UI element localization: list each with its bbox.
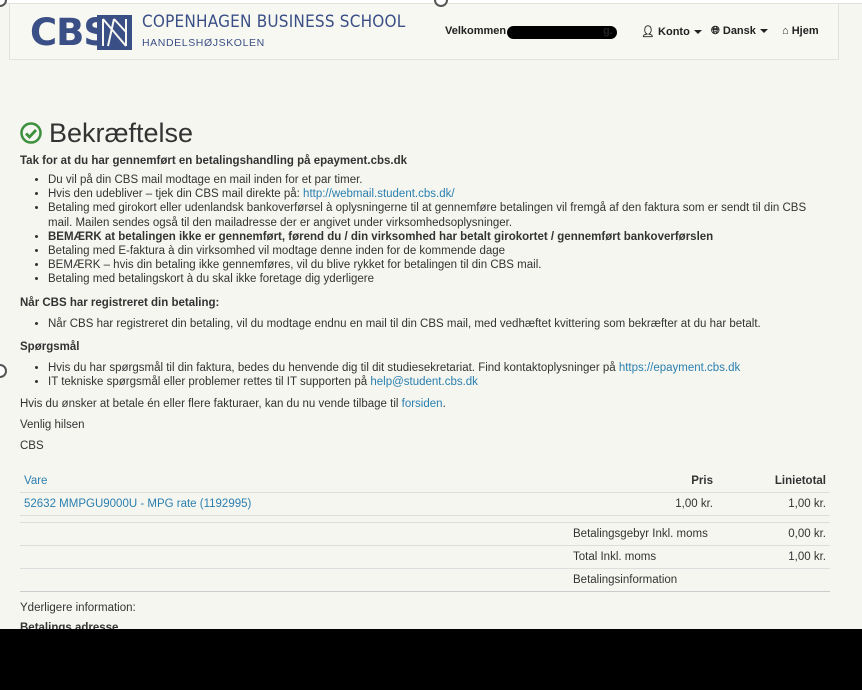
list-item: Betaling med E-faktura à din virksomhed … [48,244,830,258]
school-name: COPENHAGEN BUSINESS SCHOOL [142,12,406,32]
registered-list: Når CBS har registreret din betaling, vi… [20,317,830,331]
language-menu[interactable]: 🌐︎ Dansk [711,25,768,38]
resize-handle-top-left[interactable] [0,0,7,7]
total-label-cell [20,545,569,570]
item-link[interactable]: 52632 MMPGU9000U - MPG rate (1192995) [24,498,251,510]
fee-label-cell [20,522,569,547]
frontpage-link[interactable]: forsiden [402,398,443,410]
payinfo-label: Betalingsinformation [569,568,717,593]
navbar: CBS COPENHAGEN BUSINESS SCHOOL HANDELSHØ… [9,3,839,60]
item-name[interactable]: 52632 MMPGU9000U - MPG rate (1192995) [20,492,569,517]
welcome-suffix: g. [603,25,613,37]
section-heading-questions: Spørgsmål [20,340,80,353]
caret-down-icon [693,30,702,35]
language-label: Dansk [722,25,756,37]
lead-text: Tak for at du har gennemført en betaling… [20,155,408,167]
list-item: Hvis den udebliver – tjek din CBS mail d… [48,187,830,201]
cbs-logo-icon[interactable] [97,15,132,50]
main-content: Bekræftelse Tak for at du har gennemført… [20,118,830,634]
fee-value: 0,00 kr. [717,522,830,547]
questions-list: Hvis du har spørgsmål til din faktura, b… [20,361,830,389]
list-item: Betaling med girokort eller udenlandsk b… [48,201,830,229]
list-item: BEMÆRK – hvis din betaling ikke gennemfø… [48,258,830,272]
item-total: 1,00 kr. [717,492,830,517]
closing-text: Venlig hilsen [20,419,85,432]
welcome-prefix: Velkommen [445,25,507,37]
more-info-text: Yderligere information: [20,602,136,615]
school-subtitle: HANDELSHØJSKOLEN [142,37,265,49]
col-total-header: Linietotal [717,470,830,494]
page-title: Bekræftelse [20,118,830,148]
section-heading-registered: Når CBS har registreret din betaling: [20,296,220,309]
table-header-row: Vare Pris Linietotal [20,470,830,494]
resize-handle-left[interactable] [0,364,7,378]
total-label: Total Inkl. moms [569,545,717,570]
list-item: Betaling med betalingskort à du skal ikk… [48,272,830,286]
check-circle-icon [20,122,42,144]
order-table: Vare Pris Linietotal 52632 MMPGU9000U - … [20,470,830,593]
payinfo-value [717,568,830,593]
caret-down-icon [759,29,768,34]
redacted-username [507,26,617,39]
signature-text: CBS [20,440,44,453]
payinfo-cell [20,568,569,593]
list-item: IT tekniske spørgsmål eller problemer re… [48,375,830,389]
return-text: Hvis du ønsker at betale én eller flere … [20,398,830,410]
payinfo-row: Betalingsinformation [20,568,830,593]
epayment-link[interactable]: https://epayment.cbs.dk [619,362,740,374]
list-item: Når CBS har registreret din betaling, vi… [48,317,830,331]
list-item-text: IT tekniske spørgsmål eller problemer re… [48,376,371,389]
return-end: . [442,398,446,411]
home-icon: ⌂ [782,25,789,37]
fee-label: Betalingsgebyr Inkl. moms [569,522,717,547]
list-item-text: Hvis den udebliver – tjek din CBS mail d… [48,188,304,201]
user-icon: 👤︎ [641,26,655,38]
list-item: Du vil på din CBS mail modtage en mail i… [48,173,830,187]
home-label: Hjem [791,25,819,37]
list-item-text: Hvis du har spørgsmål til din faktura, b… [48,361,619,374]
globe-icon: 🌐︎ [711,25,720,37]
home-link[interactable]: ⌂ Hjem [782,25,819,37]
list-item: Hvis du har spørgsmål til din faktura, b… [48,361,830,375]
account-label: Konto [658,26,690,38]
total-value: 1,00 kr. [717,545,830,570]
spacer-row [20,515,830,524]
item-price: 1,00 kr. [569,492,717,517]
offscreen-area [0,629,862,690]
col-item-header[interactable]: Vare [20,470,569,494]
info-list: Du vil på din CBS mail modtage en mail i… [20,173,830,287]
table-row: 52632 MMPGU9000U - MPG rate (1192995) 1,… [20,492,830,517]
return-text-span: Hvis du ønsker at betale én eller flere … [20,398,402,411]
page-title-text: Bekræftelse [49,117,194,148]
webmail-link[interactable]: http://webmail.student.cbs.dk/ [303,188,455,200]
col-price-header: Pris [569,470,717,494]
fee-row: Betalingsgebyr Inkl. moms 0,00 kr. [20,522,830,547]
welcome-text: Velkommen [445,25,506,37]
total-row: Total Inkl. moms 1,00 kr. [20,545,830,570]
account-menu[interactable]: 👤︎ Konto [641,25,702,38]
list-item: BEMÆRK at betalingen ikke er gennemført,… [48,230,830,244]
it-support-email-link[interactable]: help@student.cbs.dk [370,376,478,388]
